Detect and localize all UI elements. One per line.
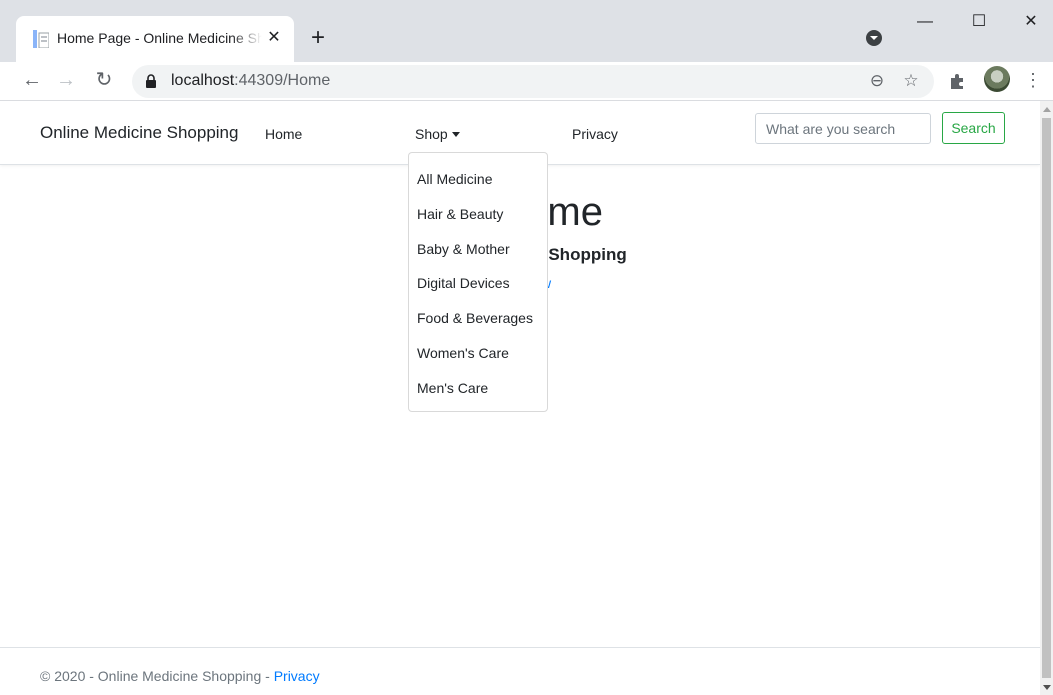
tab-search-icon[interactable] xyxy=(866,30,882,46)
profile-avatar[interactable] xyxy=(984,66,1010,92)
extensions-puzzle-icon[interactable] xyxy=(948,71,968,91)
footer-copyright: © 2020 - Online Medicine Shopping - xyxy=(40,668,274,684)
footer-privacy-link[interactable]: Privacy xyxy=(274,668,320,684)
menu-item-baby-mother[interactable]: Baby & Mother xyxy=(409,231,547,266)
nav-shop-label: Shop xyxy=(415,126,448,142)
menu-item-mens-care[interactable]: Men's Care xyxy=(409,370,547,405)
menu-item-hair-beauty[interactable]: Hair & Beauty xyxy=(409,196,547,231)
menu-item-food-beverages[interactable]: Food & Beverages xyxy=(409,300,547,335)
browser-chrome: Home Page - Online Medicine Shopping ✕ +… xyxy=(0,0,1053,101)
site-footer: © 2020 - Online Medicine Shopping - Priv… xyxy=(0,647,1040,695)
footer-text: © 2020 - Online Medicine Shopping - Priv… xyxy=(40,668,320,684)
browser-toolbar: ← → ↻ localhost:44309/Home ⊖ ☆ ⋮ xyxy=(0,62,1053,101)
nav-privacy[interactable]: Privacy xyxy=(572,126,618,142)
menu-item-womens-care[interactable]: Women's Care xyxy=(409,335,547,370)
reload-icon[interactable]: ↻ xyxy=(92,68,116,92)
zoom-icon[interactable]: ⊖ xyxy=(867,71,887,91)
caret-down-icon xyxy=(451,132,460,137)
menu-item-digital-devices[interactable]: Digital Devices xyxy=(409,265,547,300)
tab-close-icon[interactable]: ✕ xyxy=(265,29,283,47)
site-brand[interactable]: Online Medicine Shopping xyxy=(40,123,238,143)
page-favicon-icon xyxy=(33,30,49,48)
search-button[interactable]: Search xyxy=(942,112,1005,144)
browser-tab[interactable]: Home Page - Online Medicine Shopping ✕ xyxy=(16,16,294,62)
url-text: localhost:44309/Home xyxy=(171,72,330,90)
close-window-icon[interactable]: ✕ xyxy=(1016,10,1046,34)
search-input[interactable] xyxy=(755,113,931,144)
back-icon[interactable]: ← xyxy=(20,68,44,92)
minimize-icon[interactable]: — xyxy=(910,10,940,34)
more-vert-icon[interactable]: ⋮ xyxy=(1024,68,1042,92)
address-bar[interactable]: localhost:44309/Home ⊖ ☆ xyxy=(132,65,934,98)
nav-home[interactable]: Home xyxy=(265,126,302,142)
vertical-scrollbar[interactable] xyxy=(1040,101,1053,695)
nav-shop[interactable]: Shop xyxy=(415,126,460,142)
page-viewport: Online Medicine Shopping Home Shop Priva… xyxy=(0,101,1040,695)
url-host: localhost xyxy=(171,72,235,89)
new-tab-icon[interactable]: + xyxy=(306,26,330,51)
tab-title: Home Page - Online Medicine Shopping xyxy=(57,30,262,46)
forward-icon[interactable]: → xyxy=(54,68,78,92)
url-path: :44309/Home xyxy=(234,72,331,89)
maximize-icon[interactable]: ☐ xyxy=(964,10,994,34)
lock-icon xyxy=(146,74,156,88)
menu-item-all-medicine[interactable]: All Medicine xyxy=(409,161,547,196)
scroll-thumb[interactable] xyxy=(1042,118,1051,678)
shop-dropdown-menu: All Medicine Hair & Beauty Baby & Mother… xyxy=(408,152,548,412)
star-icon[interactable]: ☆ xyxy=(901,71,921,91)
scroll-up-arrow-icon[interactable] xyxy=(1043,107,1051,112)
scroll-down-arrow-icon[interactable] xyxy=(1043,685,1051,690)
